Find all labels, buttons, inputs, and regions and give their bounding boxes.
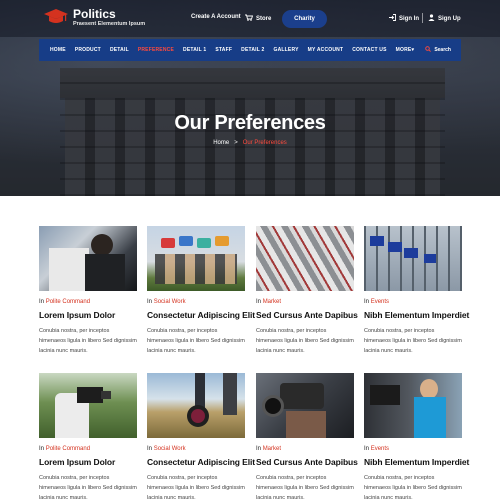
nav-item-detail-1[interactable]: DETAIL 1 [183, 47, 206, 53]
nav-item-detail-2[interactable]: DETAIL 2 [241, 47, 264, 53]
post-title[interactable]: Sed Cursus Ante Dapibus [256, 457, 358, 467]
post-image-eu-flags[interactable] [364, 226, 462, 291]
post-excerpt: Conubia nostra, per inceptos himenaeos l… [147, 475, 245, 500]
nav-item-product[interactable]: PRODUCT [75, 47, 101, 53]
post-title[interactable]: Lorem Ipsum Dolor [39, 457, 137, 467]
post-category-link[interactable]: Market [263, 446, 281, 452]
brand-title: Politics [73, 7, 116, 21]
nav-item-gallery[interactable]: GALLERY [274, 47, 299, 53]
post-excerpt: Conubia nostra, per inceptos himenaeos l… [256, 328, 354, 354]
nav-search[interactable]: Search [425, 46, 451, 54]
post-image-protest-signs[interactable] [147, 226, 245, 291]
post-card[interactable]: In Social Work Consectetur Adipiscing El… [147, 226, 255, 356]
post-excerpt: Conubia nostra, per inceptos himenaeos l… [256, 475, 354, 500]
post-category-link[interactable]: Polite Command [46, 299, 90, 305]
site-logo[interactable]: Politics Praesent Elementum Ipsum [44, 8, 145, 28]
nav-item-preference[interactable]: PREFERENCE [138, 47, 174, 53]
post-category-link[interactable]: Polite Command [46, 446, 90, 452]
post-image-newspapers[interactable] [256, 226, 354, 291]
post-card[interactable]: In Polite Command Lorem Ipsum Dolor Conu… [39, 226, 137, 356]
post-title[interactable]: Consectetur Adipiscing Elit [147, 310, 255, 320]
post-category-link[interactable]: Events [371, 299, 389, 305]
breadcrumb-home[interactable]: Home [213, 140, 229, 146]
post-category-link[interactable]: Social Work [154, 299, 186, 305]
post-image-field-camera[interactable] [147, 373, 245, 438]
nav-item-contact-us[interactable]: CONTACT US [352, 47, 386, 53]
post-title[interactable]: Nibh Elementum Imperdiet [364, 457, 469, 467]
nav-item-detail[interactable]: DETAIL [110, 47, 129, 53]
page-title: Our Preferences [174, 112, 326, 134]
post-excerpt: Conubia nostra, per inceptos himenaeos l… [364, 328, 462, 354]
post-image-cameraman[interactable] [39, 373, 137, 438]
nav-item-staff[interactable]: STAFF [215, 47, 232, 53]
post-card[interactable]: In Polite Command Lorem Ipsum Dolor Conu… [39, 373, 137, 500]
divider [422, 13, 423, 23]
breadcrumb: Home > Our Preferences [0, 140, 500, 146]
post-excerpt: Conubia nostra, per inceptos himenaeos l… [364, 475, 462, 500]
search-icon [425, 46, 432, 54]
post-title[interactable]: Sed Cursus Ante Dapibus [256, 310, 358, 320]
post-category-link[interactable]: Events [371, 446, 389, 452]
post-card[interactable]: In Events Nibh Elementum Imperdiet Conub… [364, 226, 469, 356]
nav-item-home[interactable]: HOME [50, 47, 66, 53]
main-nav: HOME PRODUCT DETAIL PREFERENCE DETAIL 1 … [39, 39, 461, 61]
nav-item-my-account[interactable]: MY ACCOUNT [308, 47, 344, 53]
post-card[interactable]: In Events Nibh Elementum Imperdiet Conub… [364, 373, 469, 500]
sign-in-icon [389, 14, 396, 23]
post-image-press-camera[interactable] [256, 373, 354, 438]
caret-down-icon: ▾ [411, 47, 415, 53]
post-category-link[interactable]: Social Work [154, 446, 186, 452]
post-image-reporter[interactable] [364, 373, 462, 438]
create-account-link[interactable]: Create A Account [191, 14, 241, 20]
post-title[interactable]: Lorem Ipsum Dolor [39, 310, 137, 320]
post-image-conference[interactable] [39, 226, 137, 291]
user-icon [428, 14, 435, 23]
cart-icon [245, 14, 254, 23]
post-card[interactable]: In Market Sed Cursus Ante Dapibus Conubi… [256, 226, 358, 356]
post-card[interactable]: In Social Work Consectetur Adipiscing El… [147, 373, 255, 500]
sign-up-link[interactable]: Sign Up [428, 14, 461, 23]
post-excerpt: Conubia nostra, per inceptos himenaeos l… [39, 328, 137, 354]
store-link[interactable]: Store [245, 14, 271, 23]
post-excerpt: Conubia nostra, per inceptos himenaeos l… [39, 475, 137, 500]
post-title[interactable]: Consectetur Adipiscing Elit [147, 457, 255, 467]
charity-button[interactable]: Charity [282, 10, 327, 28]
brand-subtitle: Praesent Elementum Ipsum [73, 21, 146, 27]
graduation-cap-icon [44, 8, 68, 26]
breadcrumb-separator: > [234, 140, 238, 146]
post-category-link[interactable]: Market [263, 299, 281, 305]
sign-in-link[interactable]: Sign In [389, 14, 419, 23]
breadcrumb-current: Our Preferences [242, 140, 287, 146]
post-title[interactable]: Nibh Elementum Imperdiet [364, 310, 469, 320]
nav-item-more[interactable]: MORE▾ [396, 47, 415, 53]
post-card[interactable]: In Market Sed Cursus Ante Dapibus Conubi… [256, 373, 358, 500]
post-excerpt: Conubia nostra, per inceptos himenaeos l… [147, 328, 245, 354]
